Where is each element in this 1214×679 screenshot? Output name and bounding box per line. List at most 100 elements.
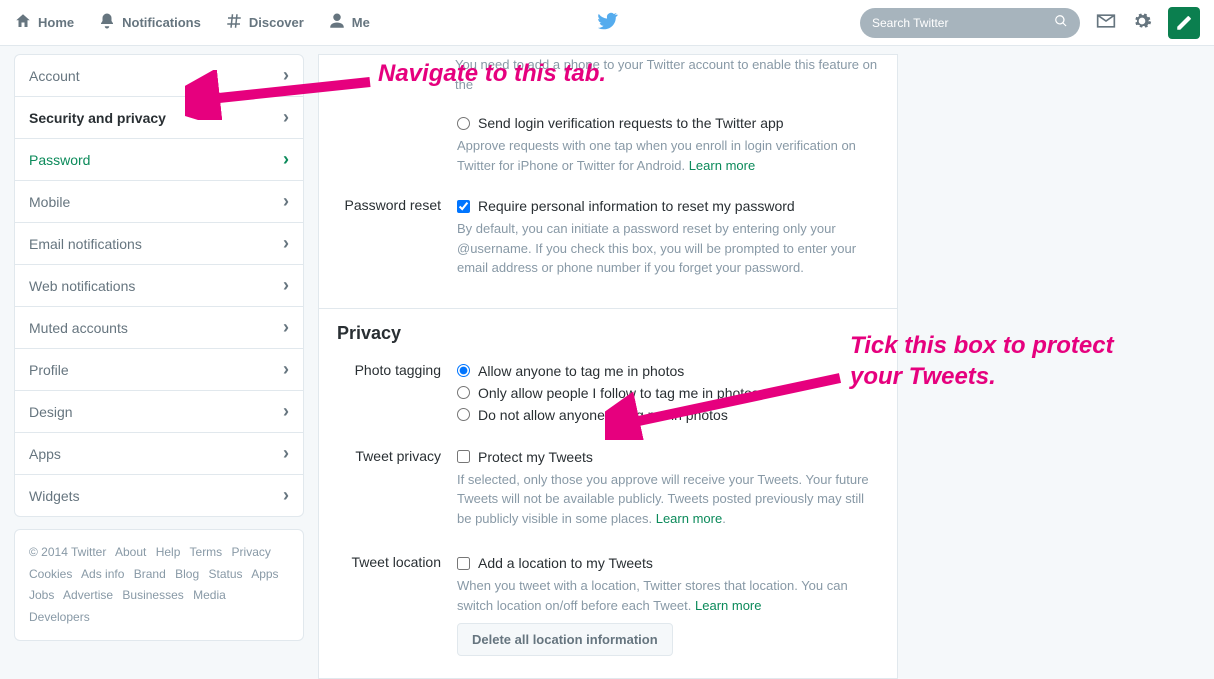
top-nav: Home Notifications Discover Me: [0, 0, 1214, 46]
add-phone-link[interactable]: add a phone: [528, 57, 600, 72]
compose-button[interactable]: [1168, 7, 1200, 39]
nav-discover[interactable]: Discover: [225, 12, 304, 33]
footer-link[interactable]: Jobs: [29, 588, 54, 602]
password-reset-checkbox[interactable]: [457, 200, 470, 213]
sidebar-item-label: Security and privacy: [29, 110, 166, 126]
footer-link[interactable]: About: [115, 545, 146, 559]
protect-tweets-option[interactable]: Protect my Tweets: [457, 446, 879, 468]
password-reset-help: By default, you can initiate a password …: [457, 217, 879, 286]
sidebar-item-label: Email notifications: [29, 236, 142, 252]
footer-link[interactable]: Brand: [134, 567, 166, 581]
footer-link[interactable]: Status: [208, 567, 242, 581]
footer-link[interactable]: Privacy: [232, 545, 271, 559]
delete-location-button[interactable]: Delete all location information: [457, 623, 673, 656]
privacy-heading: Privacy: [319, 309, 897, 348]
option-label: Do not allow anyone to tag me in photos: [478, 407, 728, 423]
nav-me-label: Me: [352, 15, 370, 30]
footer-link[interactable]: Businesses: [122, 588, 183, 602]
footer-link[interactable]: Developers: [29, 610, 90, 624]
gear-icon[interactable]: [1132, 11, 1152, 34]
photo-radio-none[interactable]: [457, 408, 470, 421]
sidebar-item-web[interactable]: Web notifications ›: [15, 265, 303, 307]
chevron-right-icon: ›: [283, 65, 289, 86]
option-label: Send login verification requests to the …: [478, 115, 784, 131]
chevron-right-icon: ›: [283, 149, 289, 170]
chevron-right-icon: ›: [283, 275, 289, 296]
sidebar-item-label: Mobile: [29, 194, 70, 210]
footer-link[interactable]: Blog: [175, 567, 199, 581]
option-label: Protect my Tweets: [478, 449, 593, 465]
messages-icon[interactable]: [1096, 11, 1116, 34]
tweet-location-checkbox[interactable]: [457, 557, 470, 570]
search-input[interactable]: [872, 16, 1054, 30]
option-label: Require personal information to reset my…: [478, 198, 795, 214]
tweet-location-label: Tweet location: [337, 552, 457, 656]
footer-link[interactable]: Apps: [251, 567, 278, 581]
photo-opt-anyone[interactable]: Allow anyone to tag me in photos: [457, 360, 879, 382]
tweet-privacy-label: Tweet privacy: [337, 446, 457, 537]
photo-radio-following[interactable]: [457, 386, 470, 399]
photo-tagging-label: Photo tagging: [337, 360, 457, 426]
copyright: © 2014 Twitter: [29, 545, 106, 559]
sidebar-item-label: Profile: [29, 362, 69, 378]
nav-home[interactable]: Home: [14, 12, 74, 33]
footer-link[interactable]: Terms: [190, 545, 223, 559]
sidebar-item-mobile[interactable]: Mobile ›: [15, 181, 303, 223]
option-label: Only allow people I follow to tag me in …: [478, 385, 759, 401]
login-verify-radio[interactable]: [457, 117, 470, 130]
sidebar-item-label: Password: [29, 152, 90, 168]
chevron-right-icon: ›: [283, 485, 289, 506]
learn-more-link[interactable]: Learn more: [695, 598, 761, 613]
sidebar-item-profile[interactable]: Profile ›: [15, 349, 303, 391]
sidebar-item-password[interactable]: Password ›: [15, 139, 303, 181]
home-icon: [14, 12, 32, 33]
footer-link[interactable]: Advertise: [63, 588, 113, 602]
footer-link[interactable]: Ads info: [81, 567, 124, 581]
chevron-right-icon: ›: [283, 107, 289, 128]
sidebar-item-label: Account: [29, 68, 80, 84]
nav-notifications[interactable]: Notifications: [98, 12, 201, 33]
footer-link[interactable]: Cookies: [29, 567, 72, 581]
hash-icon: [225, 12, 243, 33]
learn-more-link[interactable]: Learn more: [689, 158, 755, 173]
search-icon[interactable]: [1054, 14, 1068, 31]
twitter-logo[interactable]: [596, 10, 618, 35]
chevron-right-icon: ›: [283, 443, 289, 464]
chevron-right-icon: ›: [283, 191, 289, 212]
sidebar-item-widgets[interactable]: Widgets›: [15, 475, 303, 516]
person-icon: [328, 12, 346, 33]
sidebar-item-label: Design: [29, 404, 73, 420]
protect-tweets-checkbox[interactable]: [457, 450, 470, 463]
nav-home-label: Home: [38, 15, 74, 30]
sidebar-item-design[interactable]: Design ›: [15, 391, 303, 433]
option-label: Allow anyone to tag me in photos: [478, 363, 684, 379]
footer-links: © 2014 Twitter About Help Terms Privacy …: [14, 529, 304, 641]
login-verify-help: Approve requests with one tap when you e…: [457, 134, 879, 183]
photo-radio-anyone[interactable]: [457, 364, 470, 377]
tweet-location-option[interactable]: Add a location to my Tweets: [457, 552, 879, 574]
footer-link[interactable]: Help: [156, 545, 181, 559]
sidebar-item-account[interactable]: Account ›: [15, 55, 303, 97]
sidebar-item-muted[interactable]: Muted accounts ›: [15, 307, 303, 349]
sidebar-item-label: Muted accounts: [29, 320, 128, 336]
photo-opt-following[interactable]: Only allow people I follow to tag me in …: [457, 382, 879, 404]
footer-link[interactable]: Media: [193, 588, 226, 602]
chevron-right-icon: ›: [283, 233, 289, 254]
nav-discover-label: Discover: [249, 15, 304, 30]
sidebar-item-security[interactable]: Security and privacy ›: [15, 97, 303, 139]
sidebar-item-apps[interactable]: Apps ›: [15, 433, 303, 475]
nav-me[interactable]: Me: [328, 12, 370, 33]
password-reset-option[interactable]: Require personal information to reset my…: [457, 195, 879, 217]
add-phone-note: You need to add a phone to your Twitter …: [319, 55, 897, 100]
sidebar-item-label: Apps: [29, 446, 61, 462]
photo-opt-none[interactable]: Do not allow anyone to tag me in photos: [457, 404, 879, 426]
login-verify-option[interactable]: Send login verification requests to the …: [457, 112, 879, 134]
sidebar-item-email[interactable]: Email notifications ›: [15, 223, 303, 265]
sidebar-item-label: Web notifications: [29, 278, 135, 294]
learn-more-link[interactable]: Learn more: [656, 511, 722, 526]
search-box[interactable]: [860, 8, 1080, 38]
chevron-right-icon: ›: [283, 359, 289, 380]
settings-sidebar: Account › Security and privacy › Password ›…: [14, 54, 304, 641]
chevron-right-icon: ›: [283, 401, 289, 422]
chevron-right-icon: ›: [283, 317, 289, 338]
